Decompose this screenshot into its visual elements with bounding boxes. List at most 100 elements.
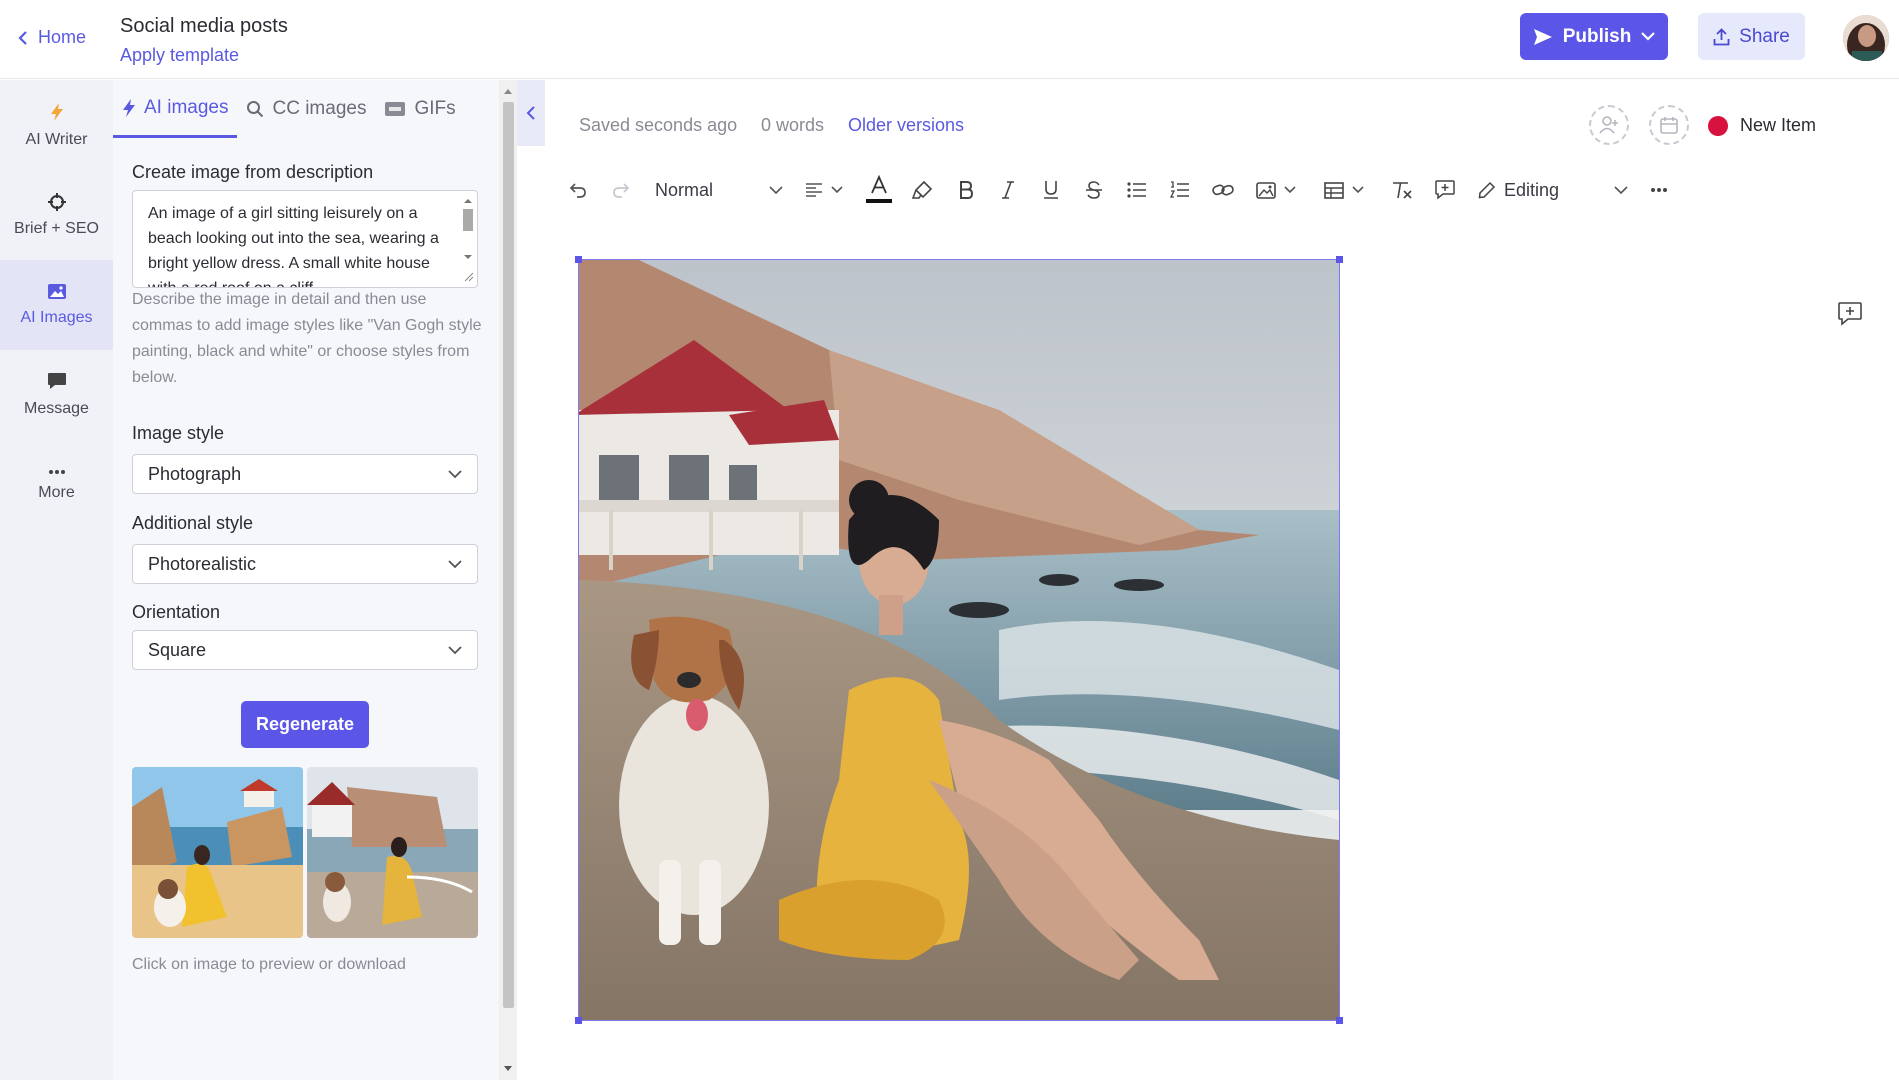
- redo-button[interactable]: [608, 172, 634, 208]
- numbered-list-button[interactable]: [1167, 172, 1193, 208]
- clear-formatting-button[interactable]: [1389, 172, 1415, 208]
- calendar-icon: [1660, 117, 1678, 134]
- rail-item-label: Brief + SEO: [14, 219, 99, 237]
- search-icon: [247, 101, 264, 118]
- add-comment-button[interactable]: [1432, 172, 1458, 208]
- chevron-down-icon: [1284, 186, 1296, 194]
- home-link[interactable]: Home: [18, 27, 86, 48]
- highlight-button[interactable]: [910, 172, 936, 208]
- chevron-down-icon: [1352, 186, 1364, 194]
- add-user-icon: [1599, 116, 1618, 134]
- description-textarea[interactable]: An image of a girl sitting leisurely on …: [132, 190, 478, 288]
- rail-item-message[interactable]: Message: [0, 350, 113, 440]
- tab-label: AI images: [144, 96, 229, 118]
- strikethrough-icon: [1086, 181, 1102, 199]
- regenerate-button[interactable]: Regenerate: [241, 701, 369, 748]
- status-indicator[interactable]: New Item: [1708, 115, 1816, 136]
- bolt-icon: [50, 102, 63, 121]
- underline-icon: [1044, 181, 1058, 199]
- add-comment-icon: [1435, 180, 1455, 200]
- collapse-panel-button[interactable]: [517, 80, 545, 146]
- publish-label: Publish: [1562, 25, 1632, 47]
- apply-template-link[interactable]: Apply template: [120, 45, 239, 66]
- image-icon: [1256, 181, 1276, 199]
- additional-style-value: Photorealistic: [148, 553, 257, 574]
- saved-status: Saved seconds ago: [579, 115, 738, 135]
- additional-style-select[interactable]: Photorealistic: [132, 544, 478, 584]
- rail-item-ai-images[interactable]: AI Images: [0, 260, 113, 350]
- tab-ai-images[interactable]: AI images: [113, 80, 238, 138]
- more-options-button[interactable]: [1646, 172, 1672, 208]
- image-style-select[interactable]: Photograph: [132, 454, 478, 494]
- add-comment-icon: [1838, 302, 1862, 326]
- rail-item-more[interactable]: More: [0, 440, 113, 530]
- top-header: Home Social media posts Apply template P…: [0, 0, 1899, 79]
- generated-image-thumbnail[interactable]: [307, 767, 478, 938]
- message-icon: [47, 373, 66, 389]
- chevron-down-icon: [448, 559, 462, 568]
- paragraph-style-value: Normal: [655, 179, 714, 200]
- insert-image-button[interactable]: [1253, 172, 1299, 208]
- resize-handle[interactable]: [575, 256, 582, 263]
- avatar[interactable]: [1843, 15, 1889, 61]
- page-title: Social media posts: [120, 15, 288, 37]
- chevron-down-icon: [448, 645, 462, 654]
- bolt-icon: [123, 98, 135, 117]
- ellipsis-icon: [48, 469, 65, 474]
- tab-gifs[interactable]: GIFs: [375, 80, 464, 138]
- image-style-value: Photograph: [148, 463, 242, 484]
- underline-button[interactable]: [1038, 172, 1064, 208]
- scrollbar-thumb[interactable]: [503, 102, 514, 1008]
- link-button[interactable]: [1210, 172, 1236, 208]
- undo-button[interactable]: [565, 172, 591, 208]
- align-button[interactable]: [801, 172, 847, 208]
- upload-icon: [1713, 27, 1730, 45]
- rail-item-ai-writer[interactable]: AI Writer: [0, 80, 113, 170]
- resize-handle[interactable]: [1336, 256, 1343, 263]
- send-icon: [1533, 28, 1552, 45]
- chevron-left-icon: [526, 106, 535, 120]
- schedule-button[interactable]: [1649, 105, 1689, 145]
- panel-tabs: AI images CC images GIFs: [113, 80, 499, 138]
- tab-label: CC images: [272, 98, 367, 119]
- resize-handle[interactable]: [1336, 1017, 1343, 1024]
- ellipsis-icon: [1651, 188, 1667, 192]
- share-button[interactable]: Share: [1698, 13, 1805, 60]
- image-icon: [47, 284, 66, 299]
- publish-button[interactable]: Publish: [1520, 13, 1668, 60]
- rail-item-brief-seo[interactable]: Brief + SEO: [0, 170, 113, 260]
- add-comment-margin-button[interactable]: [1838, 302, 1862, 331]
- orientation-select[interactable]: Square: [132, 630, 478, 670]
- editor-toolbar: Normal Editing: [565, 172, 1685, 208]
- gif-icon: [385, 102, 406, 116]
- strikethrough-button[interactable]: [1081, 172, 1107, 208]
- align-left-icon: [806, 183, 822, 197]
- italic-icon: [1002, 181, 1014, 199]
- textarea-scrollbar[interactable]: [461, 195, 475, 283]
- insert-table-button[interactable]: [1321, 172, 1367, 208]
- additional-style-label: Additional style: [132, 513, 254, 533]
- tab-cc-images[interactable]: CC images: [237, 80, 375, 138]
- bullet-list-button[interactable]: [1124, 172, 1150, 208]
- document-image[interactable]: [574, 256, 1343, 1024]
- text-color-button[interactable]: [865, 172, 893, 208]
- chevron-down-icon: [448, 469, 462, 478]
- paragraph-style-select[interactable]: Normal: [655, 172, 783, 208]
- ai-images-panel: AI images CC images GIFs Create image fr…: [113, 80, 517, 1080]
- generated-image-thumbnail[interactable]: [132, 767, 303, 938]
- orientation-label: Orientation: [132, 602, 221, 622]
- panel-scrollbar[interactable]: [499, 80, 517, 1080]
- resize-handle[interactable]: [575, 1017, 582, 1024]
- table-icon: [1324, 181, 1344, 199]
- description-value: An image of a girl sitting leisurely on …: [148, 205, 439, 287]
- assign-user-button[interactable]: [1589, 105, 1629, 145]
- status-dot: [1708, 115, 1728, 136]
- editing-mode-select[interactable]: Editing: [1478, 172, 1628, 208]
- create-image-label: Create image from description: [132, 162, 374, 182]
- word-count: 0 words: [761, 115, 825, 135]
- pencil-icon: [1478, 181, 1496, 199]
- italic-button[interactable]: [995, 172, 1021, 208]
- older-versions-link[interactable]: Older versions: [848, 115, 964, 136]
- bold-button[interactable]: [953, 172, 979, 208]
- editing-mode-value: Editing: [1504, 179, 1560, 200]
